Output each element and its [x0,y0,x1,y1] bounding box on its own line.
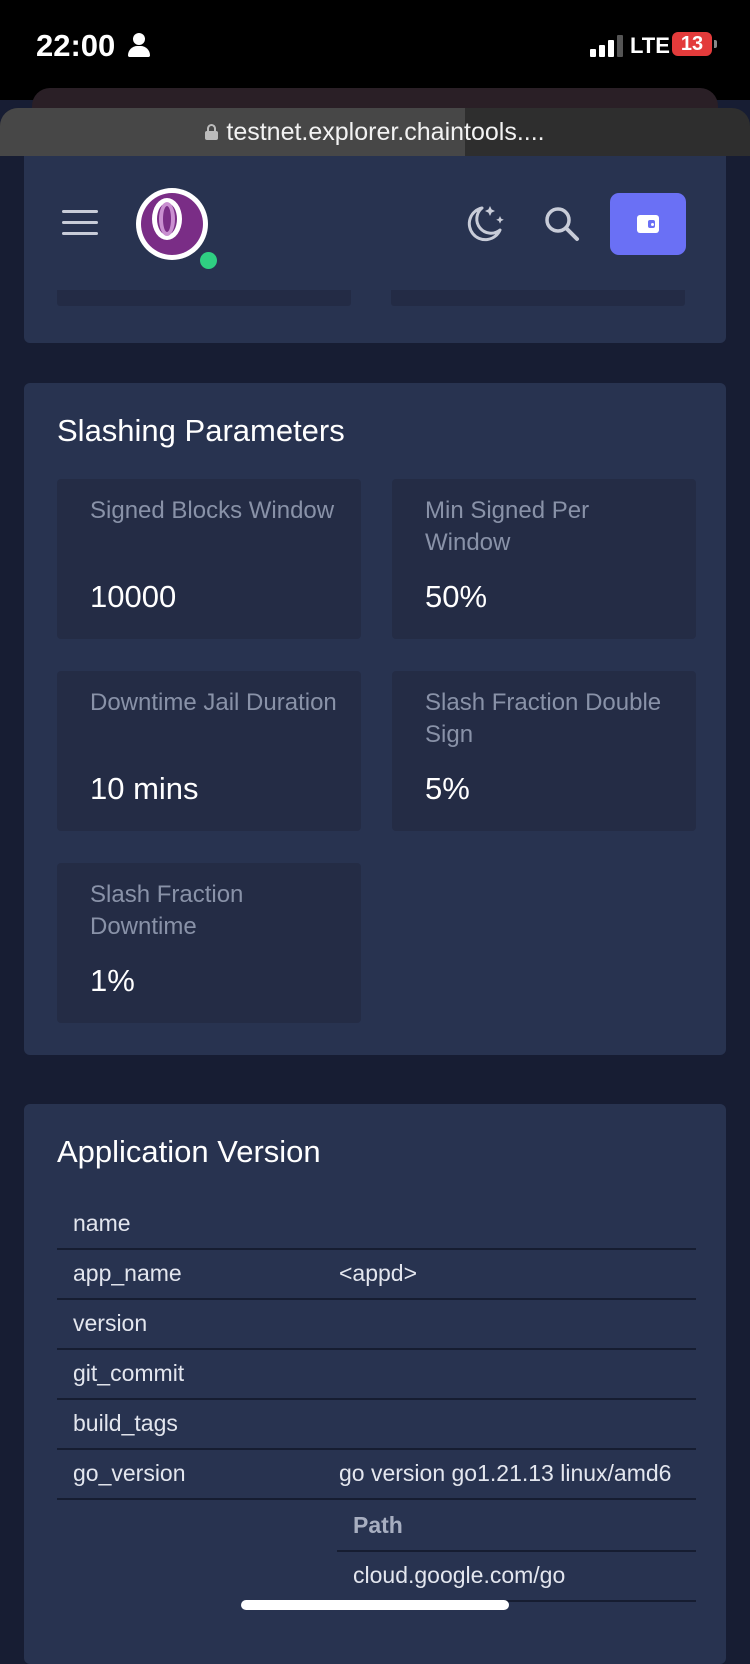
dep-path: cloud.google.com/go [353,1562,566,1588]
hamburger-icon[interactable] [62,210,98,236]
row-key: app_name [73,1260,182,1286]
table-row: name [57,1200,696,1250]
table-row: git_commit [57,1350,696,1400]
lock-icon [205,124,219,140]
table-row: cloud.google.com/go [337,1552,696,1602]
param-label: Signed Blocks Window [90,497,335,524]
param-label: Downtime Jail Duration [90,689,337,716]
person-icon [128,33,150,57]
table-row: go_version go version go1.21.13 linux/am… [57,1450,696,1500]
row-value: <appd> [339,1260,418,1286]
stat-tile-bottom [391,290,685,306]
signal-icon [590,33,626,57]
application-version-card: Application Version name app_name <appd>… [24,1104,726,1664]
param-downtime-jail-duration: Downtime Jail Duration 10 mins [57,671,361,831]
home-indicator[interactable] [241,1600,509,1610]
wallet-button[interactable] [610,193,686,255]
param-slash-fraction-downtime: Slash Fraction Downtime 1% [57,863,361,1023]
table-row: build_tags [57,1400,696,1450]
network-type: LTE [630,33,670,58]
address-bar[interactable]: testnet.explorer.chaintools.... [0,108,750,156]
status-bar: 22:00 LTE 13 [0,0,750,100]
param-value: 1% [90,963,135,998]
section-title: Slashing Parameters [57,413,345,448]
site-header [24,156,726,343]
table-row: version [57,1300,696,1350]
battery-level: 13 [680,33,704,55]
section-title: Application Version [57,1134,321,1169]
chain-logo-icon[interactable] [136,188,208,260]
param-value: 10 mins [90,771,199,806]
column-header-path: Path [353,1512,403,1538]
param-signed-blocks-window: Signed Blocks Window 10000 [57,479,361,639]
param-min-signed-per-window: Min Signed Per Window 50% [392,479,696,639]
status-time: 22:00 [36,28,116,63]
battery-icon: 13 [672,32,717,56]
row-key: git_commit [73,1360,185,1386]
moon-stars-icon[interactable] [462,202,506,246]
row-key: name [73,1210,131,1236]
row-value: go version go1.21.13 linux/amd6 [339,1460,672,1486]
online-status-dot [200,252,217,269]
row-key: version [73,1310,148,1336]
row-key: build_tags [73,1410,178,1436]
param-label: Slash Fraction Downtime [90,881,244,940]
wallet-icon [637,215,659,233]
param-value: 50% [425,579,488,614]
param-value: 5% [425,771,470,806]
url-text[interactable]: testnet.explorer.chaintools.... [226,118,544,147]
param-label: Min Signed Per Window [425,497,590,556]
table-row: app_name <appd> [57,1250,696,1300]
param-value: 10000 [90,579,177,614]
param-label: Slash Fraction Double Sign [425,689,662,748]
deps-table-header: Path [337,1502,696,1552]
slashing-parameters-card: Slashing Parameters Signed Blocks Window… [24,383,726,1055]
stat-tile-bottom [57,290,351,306]
param-slash-fraction-double-sign: Slash Fraction Double Sign 5% [392,671,696,831]
search-icon[interactable] [542,204,582,244]
row-key: go_version [73,1460,186,1486]
